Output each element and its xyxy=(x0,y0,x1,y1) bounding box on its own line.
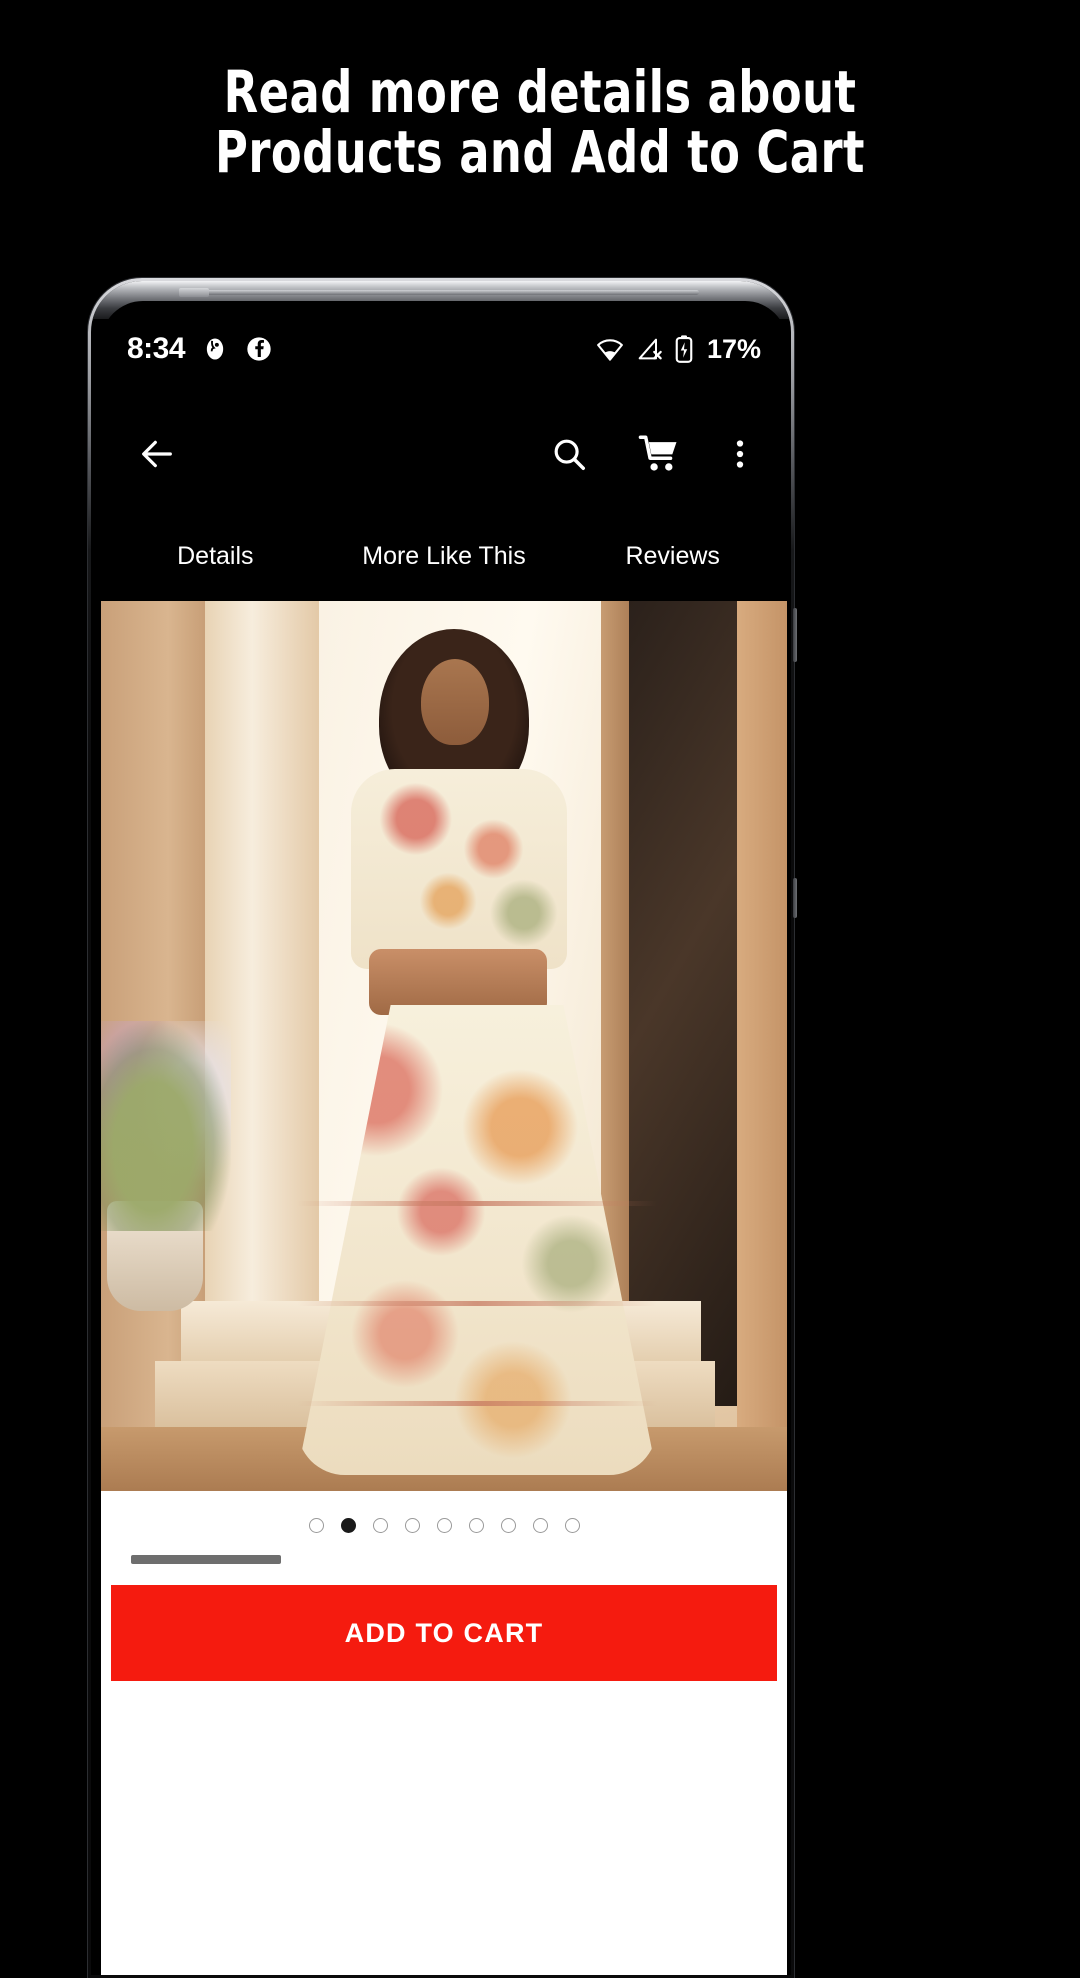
cellular-signal-off-icon xyxy=(638,338,662,360)
scene-door xyxy=(629,601,741,1406)
product-bottom-panel: ADD TO CART xyxy=(101,1491,787,1975)
cart-button[interactable] xyxy=(627,422,691,486)
bezel-seam-tab xyxy=(179,288,209,297)
headline-line-1: Read more details about xyxy=(223,58,857,126)
gallery-pagination-dots[interactable] xyxy=(101,1505,787,1545)
pagination-dot[interactable] xyxy=(564,1517,580,1533)
battery-charging-icon xyxy=(675,335,693,363)
search-icon xyxy=(554,439,585,470)
tab-reviews[interactable]: Reviews xyxy=(558,542,787,571)
dress-ruffle xyxy=(297,1201,657,1206)
app-toolbar xyxy=(101,409,787,499)
product-image[interactable] xyxy=(101,601,787,1491)
headline-line-2: Products and Add to Cart xyxy=(215,118,865,186)
pagination-dot[interactable] xyxy=(500,1517,516,1533)
phone-screen: 8:34 17% Details More Like This Reviews … xyxy=(101,301,787,1975)
pagination-dot[interactable] xyxy=(404,1517,420,1533)
back-arrow-icon xyxy=(142,440,172,468)
pagination-dot[interactable] xyxy=(372,1517,388,1533)
shopping-cart-icon xyxy=(638,435,677,471)
model-face xyxy=(421,659,489,745)
add-to-cart-button[interactable]: ADD TO CART xyxy=(111,1585,777,1681)
tab-bar: Details More Like This Reviews xyxy=(101,513,787,599)
battery-percent-label: 17% xyxy=(706,333,761,364)
power-button[interactable] xyxy=(793,608,797,662)
pagination-dot[interactable] xyxy=(308,1517,324,1533)
promo-headline: Read more details about Products and Add… xyxy=(76,62,1005,182)
tab-more-like-this[interactable]: More Like This xyxy=(330,542,559,571)
wifi-icon xyxy=(597,339,623,361)
scene-wall-right xyxy=(737,601,787,1451)
dress-ruffle xyxy=(297,1401,657,1406)
status-bar-right: 17% xyxy=(595,334,761,365)
back-button[interactable] xyxy=(125,422,189,486)
overflow-menu-button[interactable] xyxy=(717,422,763,486)
more-vertical-icon xyxy=(736,440,744,468)
pagination-dot[interactable] xyxy=(468,1517,484,1533)
pagination-dot[interactable] xyxy=(532,1517,548,1533)
bezel-seam xyxy=(187,290,699,295)
pagination-dot[interactable] xyxy=(436,1517,452,1533)
status-bar-left: 8:34 xyxy=(127,332,273,366)
status-bar: 8:34 17% xyxy=(101,323,787,375)
dress-ruffle xyxy=(297,1301,657,1306)
pagination-dot-active[interactable] xyxy=(340,1517,356,1533)
volume-button[interactable] xyxy=(793,878,797,918)
product-title-partial xyxy=(131,1555,281,1564)
facebook-icon xyxy=(247,337,271,361)
tab-details[interactable]: Details xyxy=(101,542,330,571)
model-dress-bodice xyxy=(351,769,567,969)
search-button[interactable] xyxy=(537,422,601,486)
phone-inner-frame: 8:34 17% Details More Like This Reviews … xyxy=(91,281,791,1975)
phone-device-mockup: 8:34 17% Details More Like This Reviews … xyxy=(88,278,797,1978)
scene-plant-foliage xyxy=(101,1021,231,1231)
app-notification-icon xyxy=(206,338,224,360)
status-clock: 8:34 xyxy=(127,332,186,365)
